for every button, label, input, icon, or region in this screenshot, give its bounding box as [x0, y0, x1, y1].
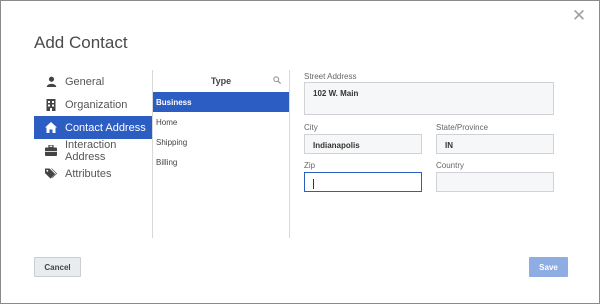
type-item-shipping[interactable]: Shipping: [153, 132, 289, 152]
home-icon: [45, 122, 57, 134]
section-nav: General Organization Contact Address Int…: [34, 70, 152, 185]
nav-item-attributes[interactable]: Attributes: [34, 162, 152, 185]
nav-item-label: Attributes: [65, 167, 112, 180]
dialog-title: Add Contact: [34, 33, 128, 52]
state-province-field[interactable]: IN: [436, 134, 554, 154]
zip-label: Zip: [304, 161, 316, 170]
search-icon[interactable]: [273, 76, 282, 86]
save-button[interactable]: Save: [529, 257, 568, 277]
cancel-button[interactable]: Cancel: [34, 257, 81, 277]
user-icon: [45, 76, 57, 88]
state-province-label: State/Province: [436, 123, 489, 132]
nav-item-organization[interactable]: Organization: [34, 93, 152, 116]
nav-item-contact-address[interactable]: Contact Address: [34, 116, 152, 139]
zip-field[interactable]: [304, 172, 422, 192]
type-item-home[interactable]: Home: [153, 112, 289, 132]
type-list-header: Type: [153, 70, 289, 92]
street-address-label: Street Address: [304, 72, 357, 81]
close-icon[interactable]: ✕: [571, 7, 587, 24]
text-cursor: [313, 179, 314, 189]
nav-item-general[interactable]: General: [34, 70, 152, 93]
type-header-label: Type: [210, 76, 232, 86]
type-item-business[interactable]: Business: [153, 92, 289, 112]
country-label: Country: [436, 161, 465, 170]
city-field[interactable]: Indianapolis: [304, 134, 422, 154]
nav-item-interaction-address[interactable]: Interaction Address: [34, 138, 152, 163]
add-contact-dialog: Add Contact ✕ General Organization Conta…: [0, 0, 600, 304]
building-icon: [45, 98, 57, 111]
tags-icon: [45, 167, 57, 180]
briefcase-icon: [45, 145, 57, 157]
type-item-billing[interactable]: Billing: [153, 152, 289, 172]
type-list-panel: Type Business Home Shipping Billing: [152, 70, 290, 238]
city-label: City: [304, 123, 318, 132]
nav-item-label: Organization: [65, 98, 128, 111]
nav-item-label: Interaction Address: [65, 138, 117, 163]
nav-item-label: Contact Address: [65, 121, 146, 134]
nav-item-label: General: [65, 75, 105, 88]
country-field[interactable]: [436, 172, 554, 192]
street-address-field[interactable]: 102 W. Main: [304, 82, 554, 115]
